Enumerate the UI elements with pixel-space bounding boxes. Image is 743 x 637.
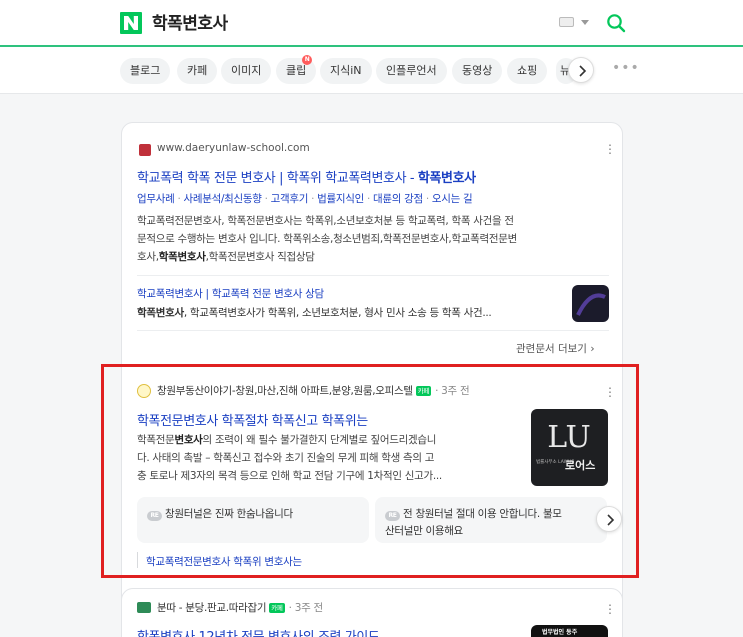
result-title[interactable]: 학폭전문변호사 학폭절차 학폭신고 학폭위는 — [137, 410, 368, 429]
result-title[interactable]: 학폭변호사 12년차 전문 변호사의 조력 가이드 — [137, 626, 380, 637]
cafe-author[interactable]: 창원부동산이야기-창원,마산,진해 아파트,분양,원룸,오피스텔 카페 · 3주 전 — [157, 383, 470, 398]
result-description: 학폭전문변호사의 조력이 왜 필수 불가결한지 단계별로 짚어드리겠습니 다. … — [137, 434, 442, 482]
related-docs-more-link[interactable]: 관련문서 더보기 › — [516, 341, 595, 356]
sitelink[interactable]: 고객후기 — [271, 193, 309, 205]
sitelink[interactable]: 업무사례 — [137, 193, 175, 205]
tab-kin[interactable]: 지식iN — [320, 58, 372, 84]
thumbnail-text: 로어스 — [565, 459, 596, 472]
divider — [137, 330, 609, 331]
result-title[interactable]: 학교폭력 학폭 전문 변호사 | 학폭위 학교폭력변호사 - 학폭변호사 — [137, 167, 476, 186]
comment-preview[interactable]: RE 창원터널은 진짜 한숨나옵니다 — [137, 497, 369, 543]
result-description: 학교폭력전문변호사, 학폭전문변호사는 학폭위,소년보호처분 등 학교폭력, 학… — [137, 215, 517, 263]
related-query-link[interactable]: 학교폭력전문변호사 학폭위 변호사는 — [146, 554, 302, 569]
header-divider — [0, 93, 743, 94]
comments-next-button[interactable] — [596, 506, 622, 532]
sub-result-thumbnail[interactable] — [572, 285, 609, 322]
naver-logo[interactable] — [120, 12, 142, 34]
search-icon[interactable] — [606, 13, 626, 33]
search-header: 학폭변호사 블로그 카페 이미지 클립 N 지식iN 인플루언서 동영상 쇼핑 뉴… — [0, 0, 743, 93]
more-vertical-icon[interactable]: ⋮ — [604, 603, 616, 615]
sitelinks: 업무사례 · 사례분석/최신동향 · 고객후기 · 법률지식인 · 대륜의 강점 · 오시는 길 — [137, 193, 473, 205]
tab-cafe[interactable]: 카페 — [177, 58, 218, 84]
sitelink[interactable]: 대륜의 강점 — [373, 193, 423, 205]
post-thumbnail[interactable]: 법무법인 동주 — [531, 625, 608, 637]
svg-text:LU: LU — [547, 420, 591, 455]
chevron-right-icon — [607, 514, 615, 526]
related-bar — [137, 552, 138, 568]
post-time: 3주 전 — [441, 385, 470, 397]
cafe-avatar-icon[interactable] — [137, 384, 151, 398]
more-vertical-icon[interactable]: ⋮ — [604, 143, 616, 155]
post-time: 3주 전 — [294, 602, 323, 614]
thumbnail-label: 법무법인 동주 — [542, 629, 578, 636]
tab-influencer[interactable]: 인플루언서 — [376, 58, 447, 84]
cafe-avatar-icon[interactable] — [137, 602, 151, 613]
cafe-author[interactable]: 분따 - 분당.판교.따라잡기 카페 · 3주 전 — [157, 600, 323, 615]
keyboard-icon[interactable] — [559, 17, 574, 27]
search-query[interactable]: 학폭변호사 — [152, 9, 228, 34]
result-card: 분따 - 분당.판교.따라잡기카페· 3주 전 ⋮ 학폭변호사 12년차 전문 … — [121, 588, 623, 637]
divider — [122, 365, 622, 366]
more-vertical-icon[interactable]: ⋮ — [604, 386, 616, 398]
divider — [137, 275, 609, 276]
sub-result-title[interactable]: 학교폭력변호사 | 학교폭력 전문 변호사 상담 — [137, 286, 324, 301]
site-url[interactable]: www.daeryunlaw-school.com — [157, 142, 310, 154]
chevron-down-icon[interactable] — [581, 20, 589, 25]
reply-badge: RE — [147, 511, 162, 521]
reply-badge: RE — [385, 511, 400, 521]
sitelink[interactable]: 법률지식인 — [317, 193, 364, 205]
cafe-badge: 카페 — [269, 603, 285, 613]
tabs-next-button[interactable] — [568, 57, 594, 83]
site-favicon — [139, 144, 151, 156]
tab-image[interactable]: 이미지 — [221, 58, 272, 84]
result-card: www.daeryunlaw-school.com ⋮ 학교폭력 학폭 전문 변… — [121, 122, 623, 637]
chevron-right-icon: › — [590, 343, 595, 355]
sitelink[interactable]: 사례분석/최신동향 — [184, 193, 262, 205]
post-thumbnail[interactable]: LU 법률사무소 LAWUS 로어스 — [531, 409, 608, 486]
chevron-right-icon — [579, 65, 587, 77]
tab-blog[interactable]: 블로그 — [120, 58, 171, 84]
cafe-badge: 카페 — [415, 386, 432, 396]
tab-clip[interactable]: 클립 N — [276, 55, 317, 84]
tab-video[interactable]: 동영상 — [452, 58, 503, 84]
new-badge: N — [302, 55, 313, 65]
comment-preview[interactable]: RE 전 창원터널 절대 이용 안합니다. 불모 산터널만 이용해요 — [375, 497, 607, 543]
header-underline — [0, 45, 743, 47]
more-options-icon[interactable]: ••• — [612, 60, 640, 76]
sub-result-description: 학폭변호사, 학교폭력변호사가 학폭위, 소년보호처분, 형사 민사 소송 등 … — [137, 307, 492, 319]
tab-shopping[interactable]: 쇼핑 — [507, 58, 548, 84]
sitelink[interactable]: 오시는 길 — [432, 193, 473, 205]
